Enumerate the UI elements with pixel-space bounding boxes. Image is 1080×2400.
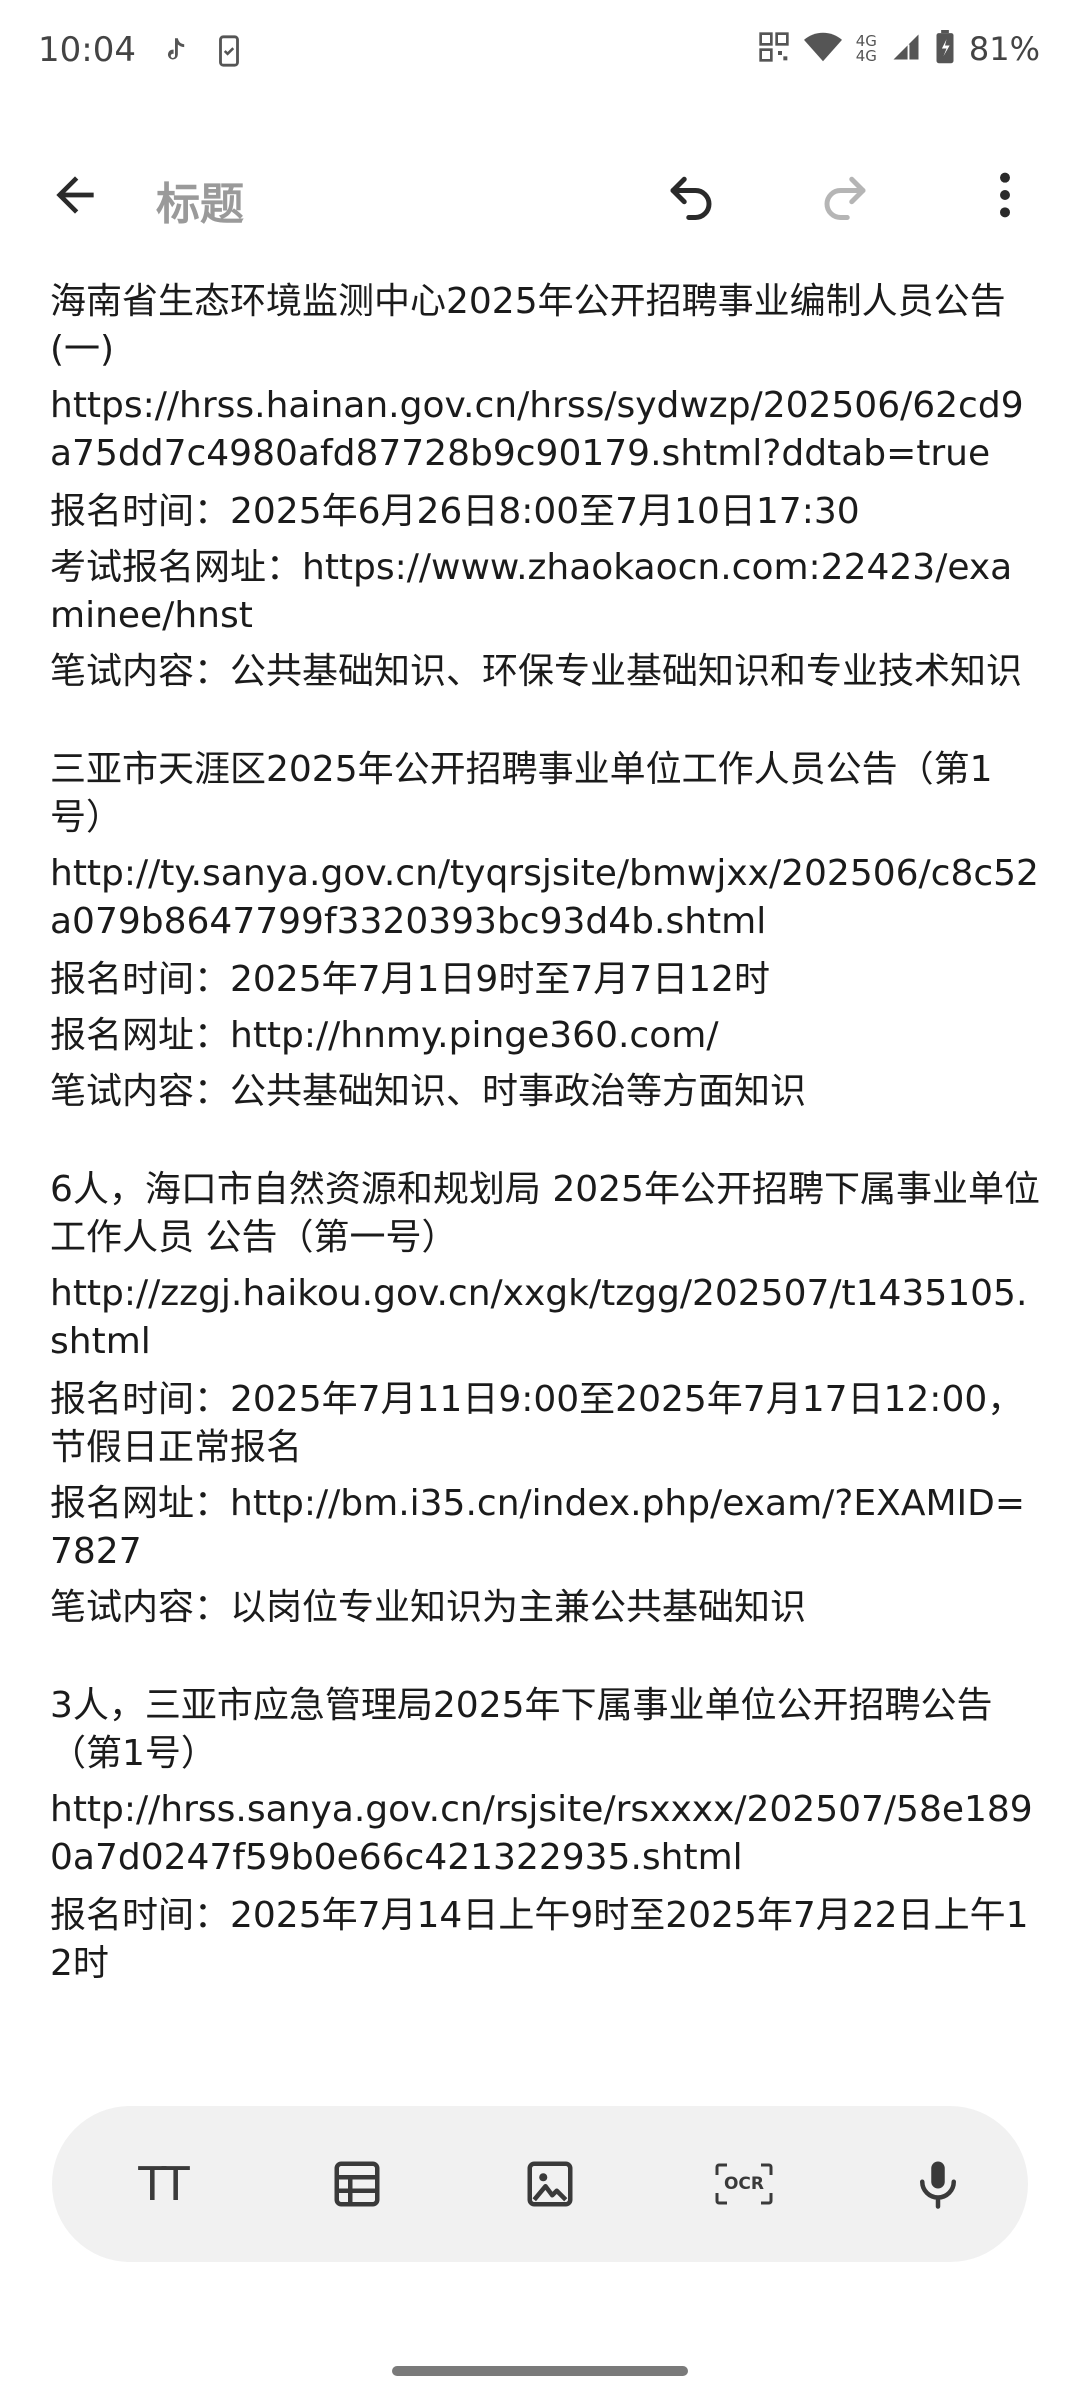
battery-icon: [935, 30, 955, 68]
note-line: 笔试内容：公共基础知识、环保专业基础知识和专业技术知识: [50, 651, 1023, 692]
note-body-editor[interactable]: 海南省生态环境监测中心2025年公开招聘事业编制人员公告(一) https://…: [50, 278, 1040, 2098]
note-line: 报名时间：2025年6月26日8:00至7月10日17:30: [50, 491, 860, 532]
undo-icon: [670, 176, 712, 220]
note-paragraph: 3人，三亚市应急管理局2025年下属事业单位公开招聘公告（第1号） http:/…: [50, 1682, 1040, 1988]
note-link[interactable]: https://hrss.hainan.gov.cn/hrss/sydwzp/2…: [50, 382, 1040, 478]
ocr-icon: OCR: [715, 2163, 773, 2205]
note-link[interactable]: http://zzgj.haikou.gov.cn/xxgk/tzgg/2025…: [50, 1270, 1040, 1366]
status-right-group: 4G 4G 81%: [758, 30, 1040, 68]
text-format-button[interactable]: TT: [122, 2144, 202, 2224]
note-line: 三亚市天涯区2025年公开招聘事业单位工作人员公告（第1号）: [50, 749, 993, 838]
network-type: 4G 4G: [855, 32, 877, 65]
note-line: 考试报名网址：https://www.zhaokaocn.com:22423/e…: [50, 547, 1013, 636]
title-input[interactable]: 标题: [156, 168, 244, 232]
note-app-bar: 标题: [0, 140, 1080, 250]
tiktok-notification-icon: [158, 34, 192, 68]
more-options-button[interactable]: [972, 162, 1038, 228]
note-line: 报名时间：2025年7月14日上午9时至2025年7月22日上午12时: [50, 1895, 1029, 1984]
note-paragraph: 三亚市天涯区2025年公开招聘事业单位工作人员公告（第1号） http://ty…: [50, 746, 1040, 1116]
arrow-left-icon: [56, 176, 94, 214]
insert-image-button[interactable]: [510, 2144, 590, 2224]
note-paragraph: 海南省生态环境监测中心2025年公开招聘事业编制人员公告(一) https://…: [50, 278, 1040, 696]
qr-scan-icon: [758, 31, 790, 67]
gesture-nav-bar[interactable]: [392, 2366, 688, 2376]
redo-icon: [824, 176, 866, 220]
undo-button[interactable]: [658, 162, 724, 228]
note-link[interactable]: http://ty.sanya.gov.cn/tyqrsjsite/bmwjxx…: [50, 850, 1040, 946]
note-paragraph: 6人，海口市自然资源和规划局 2025年公开招聘下属事业单位工作人员 公告（第一…: [50, 1166, 1040, 1632]
signal-icon: [891, 32, 921, 66]
note-link[interactable]: http://hrss.sanya.gov.cn/rsjsite/rsxxxx/…: [50, 1786, 1040, 1882]
table-icon: [334, 2161, 380, 2207]
battery-percent: 81%: [968, 30, 1040, 68]
note-line: 海南省生态环境监测中心2025年公开招聘事业编制人员公告(一): [50, 281, 1006, 370]
editor-toolbar: TT OCR: [52, 2106, 1028, 2262]
ocr-button[interactable]: OCR: [704, 2144, 784, 2224]
status-bar: 10:04 4G 4G 81%: [0, 0, 1080, 110]
note-line: 报名时间：2025年7月11日9:00至2025年7月17日12:00，节假日正…: [50, 1379, 1024, 1468]
note-line: 报名网址：http://bm.i35.cn/index.php/exam/?EX…: [50, 1483, 1026, 1572]
redo-button[interactable]: [812, 162, 878, 228]
note-line: 笔试内容：以岗位专业知识为主兼公共基础知识: [50, 1587, 807, 1628]
insert-table-button[interactable]: [317, 2144, 397, 2224]
status-time: 10:04: [38, 30, 136, 70]
more-vert-icon: [1000, 172, 1010, 218]
phone-sync-notification-icon: [212, 34, 246, 68]
back-button[interactable]: [42, 162, 108, 228]
note-line: 报名网址：http://hnmy.pinge360.com/: [50, 1015, 719, 1056]
wifi-icon: [803, 31, 842, 67]
voice-input-button[interactable]: [898, 2144, 978, 2224]
note-line: 报名时间：2025年7月1日9时至7月7日12时: [50, 959, 770, 1000]
note-line: 3人，三亚市应急管理局2025年下属事业单位公开招聘公告（第1号）: [50, 1685, 993, 1774]
note-line: 6人，海口市自然资源和规划局 2025年公开招聘下属事业单位工作人员 公告（第一…: [50, 1169, 1040, 1258]
text-format-icon: TT: [138, 2157, 189, 2211]
note-line: 笔试内容：公共基础知识、时事政治等方面知识: [50, 1071, 807, 1112]
microphone-icon: [920, 2161, 956, 2209]
image-icon: [527, 2161, 573, 2207]
